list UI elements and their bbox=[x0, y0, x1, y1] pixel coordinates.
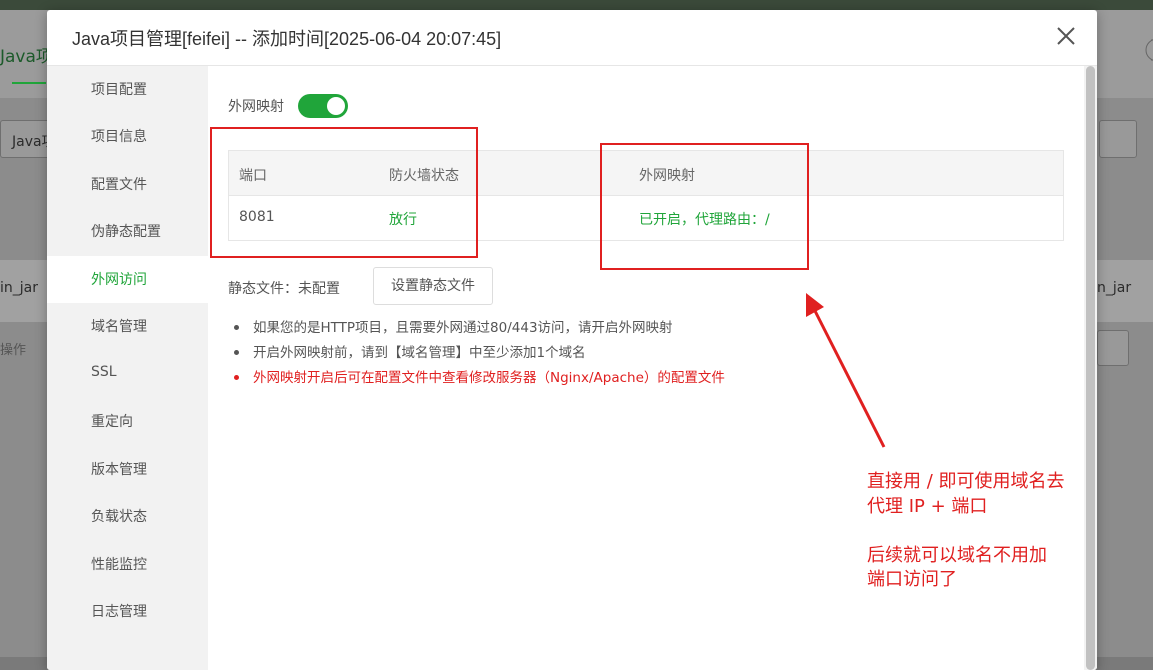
scrollbar[interactable] bbox=[1084, 66, 1097, 670]
highlight-port-firewall bbox=[210, 127, 478, 258]
background-tab-underline bbox=[12, 82, 46, 84]
scrollbar-thumb[interactable] bbox=[1086, 66, 1095, 670]
sidebar-item-label: 伪静态配置 bbox=[91, 224, 161, 240]
sidebar-item-project-config[interactable]: 项目配置 bbox=[47, 66, 208, 113]
sidebar-item-config-file[interactable]: 配置文件 bbox=[47, 161, 208, 208]
background-back-icon bbox=[1099, 36, 1153, 64]
sidebar-item-version[interactable]: 版本管理 bbox=[47, 446, 208, 493]
background-top-bar bbox=[0, 0, 1153, 10]
background-dropdown bbox=[1099, 120, 1137, 158]
sidebar-item-label: 日志管理 bbox=[91, 604, 147, 620]
annotation-text-line3: 后续就可以域名不用加 bbox=[867, 545, 1047, 566]
sidebar-item-label: 负载状态 bbox=[91, 509, 147, 525]
background-row-text: in_jar bbox=[0, 280, 38, 296]
sidebar-item-project-info[interactable]: 项目信息 bbox=[47, 113, 208, 160]
background-pager bbox=[1097, 330, 1129, 366]
sidebar-item-load-status[interactable]: 负载状态 bbox=[47, 493, 208, 540]
sidebar-item-label: 项目配置 bbox=[91, 82, 147, 98]
dialog-title: Java项目管理[feifei] -- 添加时间[2025-06-04 20:0… bbox=[72, 29, 502, 49]
sidebar-item-ssl[interactable]: SSL bbox=[47, 351, 208, 398]
mapping-toggle[interactable] bbox=[298, 94, 348, 118]
note-text-warning: 外网映射开启后可在配置文件中查看修改服务器（Nginx/Apache）的配置文件 bbox=[253, 370, 725, 386]
mapping-toggle-label: 外网映射 bbox=[228, 99, 284, 115]
sidebar-item-redirect[interactable]: 重定向 bbox=[47, 398, 208, 445]
sidebar-item-rewrite[interactable]: 伪静态配置 bbox=[47, 208, 208, 255]
sidebar-item-label: 项目信息 bbox=[91, 129, 147, 145]
sidebar-item-domain[interactable]: 域名管理 bbox=[47, 303, 208, 350]
background-row-text-right: n_jar bbox=[1097, 280, 1132, 296]
sidebar-item-label: 域名管理 bbox=[91, 319, 147, 335]
set-static-file-button[interactable]: 设置静态文件 bbox=[373, 267, 493, 305]
background-ops-text: 操作 bbox=[0, 343, 27, 358]
close-icon[interactable] bbox=[1053, 23, 1079, 49]
annotation-text-line2: 代理 IP + 端口 bbox=[867, 496, 988, 517]
annotation-arrow bbox=[806, 293, 886, 448]
toggle-knob bbox=[327, 97, 345, 115]
sidebar-item-logs[interactable]: 日志管理 bbox=[47, 588, 208, 635]
annotation-text-line4: 端口访问了 bbox=[867, 569, 957, 590]
dialog-header: Java项目管理[feifei] -- 添加时间[2025-06-04 20:0… bbox=[47, 10, 1097, 66]
note-text: 如果您的是HTTP项目，且需要外网通过80/443访问，请开启外网映射 bbox=[253, 320, 673, 336]
note-text: 开启外网映射前，请到【域名管理】中至少添加1个域名 bbox=[253, 345, 586, 361]
annotation-text-line1: 直接用 / 即可使用域名去 bbox=[867, 471, 1065, 492]
sidebar-item-label: 外网访问 bbox=[91, 272, 147, 288]
background-app-tab: Java项 bbox=[0, 47, 53, 67]
sidebar-item-performance[interactable]: 性能监控 bbox=[47, 541, 208, 588]
sidebar-item-external-access[interactable]: 外网访问 bbox=[47, 256, 208, 303]
sidebar-item-label: 配置文件 bbox=[91, 177, 147, 193]
static-file-label: 静态文件：未配置 bbox=[228, 281, 340, 297]
highlight-mapping bbox=[600, 143, 809, 270]
sidebar-item-label: 性能监控 bbox=[91, 557, 147, 573]
sidebar-item-label: 重定向 bbox=[91, 414, 133, 430]
sidebar-item-label: 版本管理 bbox=[91, 462, 147, 478]
sidebar: 项目配置 项目信息 配置文件 伪静态配置 外网访问 域名管理 SSL 重定向 版… bbox=[47, 66, 208, 670]
sidebar-item-label: SSL bbox=[91, 364, 117, 380]
